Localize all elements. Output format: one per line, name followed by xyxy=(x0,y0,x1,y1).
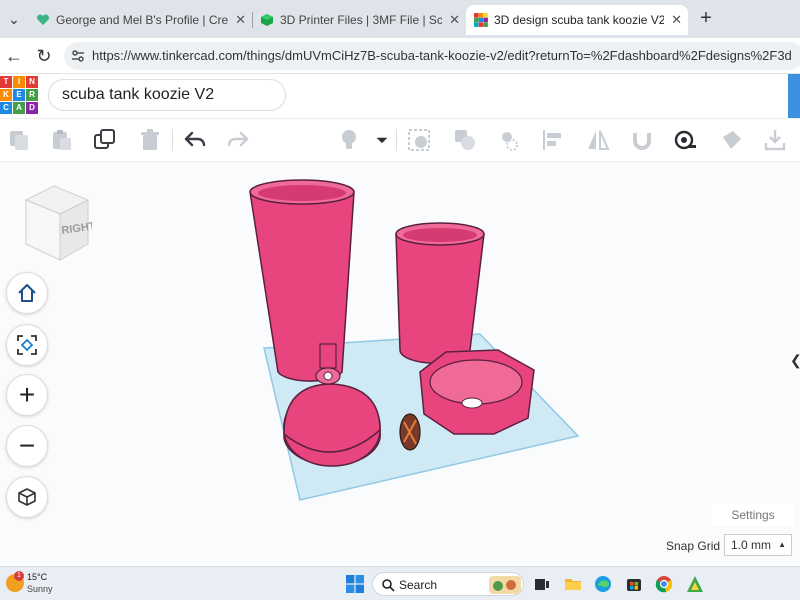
taskbar-search[interactable]: Search xyxy=(372,572,524,596)
minus-icon: − xyxy=(18,430,36,461)
back-arrow-icon[interactable]: ← xyxy=(2,44,26,68)
account-panel-tab[interactable] xyxy=(788,74,800,118)
undo-icon[interactable] xyxy=(182,127,208,153)
logo-letter: R xyxy=(26,89,38,101)
mirror-icon[interactable] xyxy=(585,127,611,153)
tab-title: 3D design scuba tank koozie V2 - xyxy=(494,13,664,27)
close-tab-icon[interactable]: ✕ xyxy=(671,5,682,35)
logo-letter: A xyxy=(13,102,25,114)
fit-view-icon xyxy=(17,335,37,355)
3d-scene[interactable] xyxy=(0,162,800,566)
zoom-out-button[interactable]: − xyxy=(6,425,48,467)
browser-tab-strip: ⌄ George and Mel B's Profile | Crealit ✕… xyxy=(0,0,800,38)
tinkercad-favicon-icon xyxy=(474,13,488,27)
app-triangle-icon[interactable] xyxy=(685,574,705,594)
ungroup-icon[interactable] xyxy=(452,127,478,153)
panel-expand-chevron-icon[interactable]: ❮ xyxy=(790,340,800,380)
browser-tab-tinkercad[interactable]: 3D design scuba tank koozie V2 - ✕ xyxy=(466,5,688,35)
align-icon[interactable] xyxy=(540,127,566,153)
copy-icon[interactable] xyxy=(6,127,32,153)
close-tab-icon[interactable]: ✕ xyxy=(449,5,460,35)
import-icon[interactable] xyxy=(762,127,788,153)
logo-letter: N xyxy=(26,76,38,88)
edge-browser-icon[interactable] xyxy=(593,574,613,594)
windows-start-icon[interactable] xyxy=(346,575,364,593)
reload-icon[interactable]: ↻ xyxy=(32,44,56,68)
search-highlight-art-icon xyxy=(489,576,521,594)
small-fish-shape[interactable] xyxy=(399,413,421,451)
snap-grid-value: 1.0 mm xyxy=(731,538,772,552)
toolbar-divider xyxy=(396,129,397,151)
new-tab-button[interactable]: + xyxy=(694,6,718,30)
url-text: https://www.tinkercad.com/things/dmUVmCi… xyxy=(92,48,792,63)
view-cube[interactable]: RIGHT xyxy=(20,182,92,262)
visibility-dropdown-caret-icon[interactable] xyxy=(372,127,392,153)
paste-icon[interactable] xyxy=(49,127,75,153)
snap-grid-select[interactable]: 1.0 mm ▲ xyxy=(724,534,792,556)
settings-button[interactable]: Settings xyxy=(712,504,794,526)
site-info-icon[interactable] xyxy=(70,48,86,64)
weather-condition[interactable]: Sunny xyxy=(27,584,53,594)
url-field[interactable]: https://www.tinkercad.com/things/dmUVmCi… xyxy=(64,42,800,70)
light-bulb-icon[interactable] xyxy=(336,127,362,153)
cruise-icon[interactable] xyxy=(497,127,523,153)
tab-title: 3D Printer Files | 3MF File | Scuba T xyxy=(280,13,442,27)
browser-tab-profile[interactable]: George and Mel B's Profile | Crealit ✕ xyxy=(28,5,252,35)
logo-letter: C xyxy=(0,102,12,114)
heart-favicon-icon xyxy=(36,14,50,25)
windows-taskbar: 1 15°C Sunny Search xyxy=(0,566,800,600)
task-view-icon[interactable] xyxy=(532,574,552,594)
toolbar-divider xyxy=(172,129,173,151)
home-view-button[interactable] xyxy=(6,272,48,314)
logo-letter: D xyxy=(26,102,38,114)
browser-tab-printer-files[interactable]: 3D Printer Files | 3MF File | Scuba T ✕ xyxy=(252,5,466,35)
group-icon[interactable] xyxy=(406,127,432,153)
design-name-field[interactable]: scuba tank koozie V2 xyxy=(48,79,286,111)
logo-letter: E xyxy=(13,89,25,101)
close-tab-icon[interactable]: ✕ xyxy=(235,5,246,35)
magnet-icon[interactable] xyxy=(629,127,655,153)
weather-notification-badge: 1 xyxy=(14,571,24,581)
tinkercad-logo[interactable]: T I N K E R C A D xyxy=(0,76,38,114)
duplicate-icon[interactable] xyxy=(92,127,118,153)
tinkercad-window: ⌄ George and Mel B's Profile | Crealit ✕… xyxy=(0,0,800,600)
delete-trash-icon[interactable] xyxy=(137,127,163,153)
fit-view-button[interactable] xyxy=(6,324,48,366)
redo-icon[interactable] xyxy=(225,127,251,153)
tab-title: George and Mel B's Profile | Crealit xyxy=(56,13,228,27)
ruler-tape-icon[interactable] xyxy=(672,127,698,153)
snap-grid-label: Snap Grid xyxy=(666,539,721,553)
plus-icon: + xyxy=(18,379,36,410)
browser-address-bar: ← ↻ https://www.tinkercad.com/things/dmU… xyxy=(0,38,800,74)
store-icon[interactable] xyxy=(624,574,644,594)
file-explorer-icon[interactable] xyxy=(563,574,583,594)
workplane-viewport[interactable]: RIGHT + − ❮ Settings Snap Grid 1.0 mm ▲ xyxy=(0,162,800,566)
dropdown-caret-icon: ▲ xyxy=(778,540,786,549)
logo-letter: I xyxy=(13,76,25,88)
tab-search-chevron-icon[interactable]: ⌄ xyxy=(4,9,24,29)
short-cylinder-shape[interactable] xyxy=(395,222,485,364)
logo-letter: K xyxy=(0,89,12,101)
notes-icon[interactable] xyxy=(719,127,745,153)
search-label: Search xyxy=(399,578,438,592)
cube-perspective-icon xyxy=(18,488,36,506)
logo-letter: T xyxy=(0,76,12,88)
cube-favicon-icon xyxy=(261,14,273,26)
edit-toolbar xyxy=(0,118,800,162)
chrome-browser-icon[interactable] xyxy=(654,574,674,594)
octagon-cap-shape[interactable] xyxy=(419,349,535,435)
search-icon xyxy=(382,579,395,592)
tinkercad-header: T I N K E R C A D scuba tank koozie V2 xyxy=(0,74,800,118)
perspective-toggle-button[interactable] xyxy=(6,476,48,518)
home-icon xyxy=(18,284,36,302)
weather-temperature[interactable]: 15°C xyxy=(27,572,47,582)
zoom-in-button[interactable]: + xyxy=(6,374,48,416)
